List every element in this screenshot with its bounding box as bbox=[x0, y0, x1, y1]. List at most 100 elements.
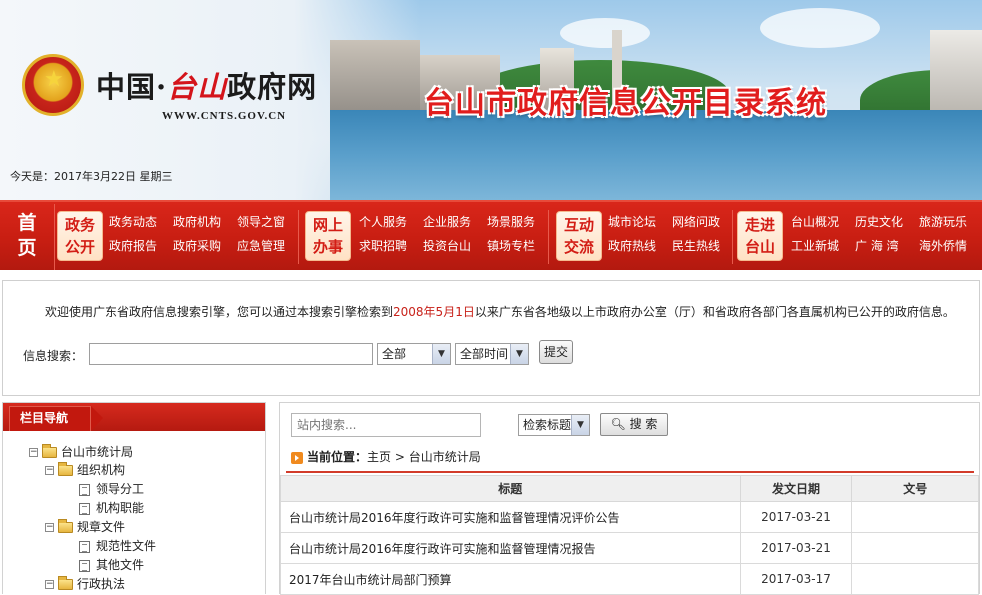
tree-item-label: 其他文件 bbox=[96, 558, 145, 572]
nav-link[interactable]: 镇场专栏 bbox=[487, 238, 535, 254]
scope-select-value: 全部 bbox=[382, 347, 407, 361]
breadcrumb-home[interactable]: 主页 bbox=[367, 450, 391, 464]
nav-link[interactable]: 城市论坛 bbox=[608, 214, 656, 230]
nav-link[interactable]: 民生热线 bbox=[672, 238, 720, 254]
collapse-icon[interactable]: − bbox=[29, 448, 38, 457]
banner-building bbox=[930, 30, 982, 120]
breadcrumb-divider bbox=[286, 471, 974, 473]
tree-item-label: 规范性文件 bbox=[96, 539, 157, 553]
table-row[interactable]: 台山市统计局2016年度行政许可实施和监督管理情况评价公告 2017-03-21 bbox=[280, 501, 979, 533]
doc-title-link[interactable]: 台山市统计局2016年度行政许可实施和监督管理情况报告 bbox=[280, 532, 741, 564]
nav-badge-interaction[interactable]: 互动 交流 bbox=[556, 211, 602, 261]
site-search-input[interactable] bbox=[291, 413, 481, 437]
doc-title-link[interactable]: 2017年台山市统计局部门预算 bbox=[280, 563, 741, 595]
site-name-prefix: 中国· bbox=[96, 70, 168, 104]
chevron-down-icon: ▼ bbox=[432, 344, 450, 364]
nav-link[interactable]: 投资台山 bbox=[423, 238, 471, 254]
tree-item-enforcement[interactable]: − 行政执法 bbox=[45, 575, 125, 593]
site-logo-title[interactable]: 中国·台山政府网 bbox=[96, 64, 317, 104]
document-table: 标题 发文日期 文号 台山市统计局2016年度行政许可实施和监督管理情况评价公告… bbox=[280, 475, 979, 595]
tree-item-leaders[interactable]: 领导分工 bbox=[79, 480, 144, 498]
nav-badge-about-taishan[interactable]: 走进 台山 bbox=[737, 211, 783, 261]
nav-link[interactable]: 企业服务 bbox=[423, 214, 471, 230]
welcome-text-part: 以来广东省各地级以上市政府办公室（厅）和省政府各部门各直属机构已公开的政府信息。 bbox=[474, 305, 955, 319]
nav-link[interactable]: 政府采购 bbox=[173, 238, 221, 254]
nav-link[interactable]: 政府机构 bbox=[173, 214, 221, 230]
tree-item-org[interactable]: − 组织机构 bbox=[45, 461, 125, 479]
nav-link[interactable]: 海外侨情 bbox=[919, 238, 967, 254]
site-search-button[interactable]: 🔍︎ 搜 索 bbox=[600, 413, 668, 436]
nav-link[interactable]: 政府热线 bbox=[608, 238, 656, 254]
badge-line: 公开 bbox=[64, 238, 95, 256]
national-emblem-icon: ★ bbox=[22, 54, 84, 116]
folder-icon bbox=[58, 519, 73, 533]
welcome-date: 2008年5月1日 bbox=[393, 305, 475, 319]
collapse-icon[interactable]: − bbox=[45, 580, 54, 589]
time-select[interactable]: 全部时间 ▼ bbox=[455, 343, 529, 365]
nav-divider bbox=[732, 210, 733, 264]
tree-item-other-docs[interactable]: 其他文件 bbox=[79, 556, 144, 574]
search-field-select[interactable]: 检索标题 ▼ bbox=[518, 414, 590, 436]
nav-divider bbox=[298, 210, 299, 264]
column-header-title: 标题 bbox=[280, 475, 741, 502]
nav-link[interactable]: 台山概况 bbox=[791, 214, 839, 230]
nav-badge-gov-affairs[interactable]: 政务 公开 bbox=[57, 211, 103, 261]
search-label: 信息搜索： bbox=[23, 349, 84, 363]
tree-item-normative-docs[interactable]: 规范性文件 bbox=[79, 537, 156, 555]
nav-link[interactable]: 领导之窗 bbox=[237, 214, 285, 230]
header-banner: ★ 中国·台山政府网 WWW.CNTS.GOV.CN 台山市政府信息公开目录系统… bbox=[0, 0, 982, 200]
tree-item-label: 台山市统计局 bbox=[61, 445, 134, 459]
search-icon: 🔍︎ bbox=[610, 417, 626, 431]
doc-title-link[interactable]: 台山市统计局2016年度行政许可实施和监督管理情况评价公告 bbox=[280, 501, 741, 533]
tree-item-bureau[interactable]: − 台山市统计局 bbox=[29, 443, 133, 461]
banner-cloud bbox=[560, 18, 650, 48]
nav-group-gov-affairs: 政务 公开 政务动态 政府机构 领导之窗 政府报告 政府采购 应急管理 bbox=[57, 211, 297, 263]
nav-link[interactable]: 政府报告 bbox=[109, 238, 157, 254]
table-row[interactable]: 2017年台山市统计局部门预算 2017-03-17 bbox=[280, 563, 979, 595]
banner-cloud bbox=[760, 8, 880, 48]
nav-link[interactable]: 历史文化 bbox=[855, 214, 903, 230]
info-search-panel: 欢迎使用广东省政府信息搜索引擎，您可以通过本搜索引擎检索到2008年5月1日以来… bbox=[2, 280, 980, 396]
nav-link[interactable]: 工业新城 bbox=[791, 238, 839, 254]
nav-home-line1: 首 bbox=[17, 212, 37, 234]
nav-link[interactable]: 场景服务 bbox=[487, 214, 535, 230]
tree-item-label: 组织机构 bbox=[77, 463, 126, 477]
nav-link[interactable]: 网络问政 bbox=[672, 214, 720, 230]
nav-link[interactable]: 政务动态 bbox=[109, 214, 157, 230]
scope-select[interactable]: 全部 ▼ bbox=[377, 343, 451, 365]
collapse-icon[interactable]: − bbox=[45, 523, 54, 532]
banner-water bbox=[330, 110, 982, 200]
site-domain: WWW.CNTS.GOV.CN bbox=[162, 110, 287, 122]
nav-group-about-taishan: 走进 台山 台山概况 历史文化 旅游玩乐 工业新城 广 海 湾 海外侨情 bbox=[737, 211, 982, 263]
doc-date: 2017-03-17 bbox=[739, 563, 853, 595]
table-header-row: 标题 发文日期 文号 bbox=[280, 475, 979, 502]
nav-group-interaction: 互动 交流 城市论坛 网络问政 政府热线 民生热线 bbox=[556, 211, 731, 263]
welcome-text-part: 欢迎使用广东省政府信息搜索引擎，您可以通过本搜索引擎检索到 bbox=[45, 305, 394, 319]
banner-title: 台山市政府信息公开目录系统 bbox=[424, 86, 827, 121]
arrow-right-icon bbox=[291, 451, 303, 464]
breadcrumb-current[interactable]: 台山市统计局 bbox=[409, 450, 481, 464]
today-date: 今天是：2017年3月22日 星期三 bbox=[10, 170, 173, 183]
table-row[interactable]: 台山市统计局2016年度行政许可实施和监督管理情况报告 2017-03-21 bbox=[280, 532, 979, 564]
nav-home[interactable]: 首 页 bbox=[0, 204, 55, 270]
main-content: 检索标题 ▼ 🔍︎ 搜 索 当前位置：主页 > 台山市统计局 标题 发文日期 文… bbox=[279, 402, 980, 595]
sidebar-title-arrow bbox=[91, 406, 103, 431]
nav-badge-online-services[interactable]: 网上 办事 bbox=[305, 211, 351, 261]
chevron-down-icon: ▼ bbox=[510, 344, 528, 364]
site-name-city: 台山 bbox=[167, 70, 228, 104]
welcome-text: 欢迎使用广东省政府信息搜索引擎，您可以通过本搜索引擎检索到2008年5月1日以来… bbox=[45, 303, 955, 320]
folder-icon bbox=[58, 576, 73, 590]
nav-link[interactable]: 求职招聘 bbox=[359, 238, 407, 254]
submit-button[interactable]: 提交 bbox=[539, 340, 573, 364]
nav-link[interactable]: 应急管理 bbox=[237, 238, 285, 254]
page-icon bbox=[79, 559, 90, 572]
info-search-input[interactable] bbox=[89, 343, 373, 365]
chevron-down-icon: ▼ bbox=[571, 415, 589, 435]
doc-number bbox=[851, 532, 979, 564]
collapse-icon[interactable]: − bbox=[45, 466, 54, 475]
nav-link[interactable]: 个人服务 bbox=[359, 214, 407, 230]
tree-item-regulations[interactable]: − 规章文件 bbox=[45, 518, 125, 536]
nav-link[interactable]: 旅游玩乐 bbox=[919, 214, 967, 230]
tree-item-functions[interactable]: 机构职能 bbox=[79, 499, 144, 517]
nav-link[interactable]: 广 海 湾 bbox=[855, 238, 899, 254]
